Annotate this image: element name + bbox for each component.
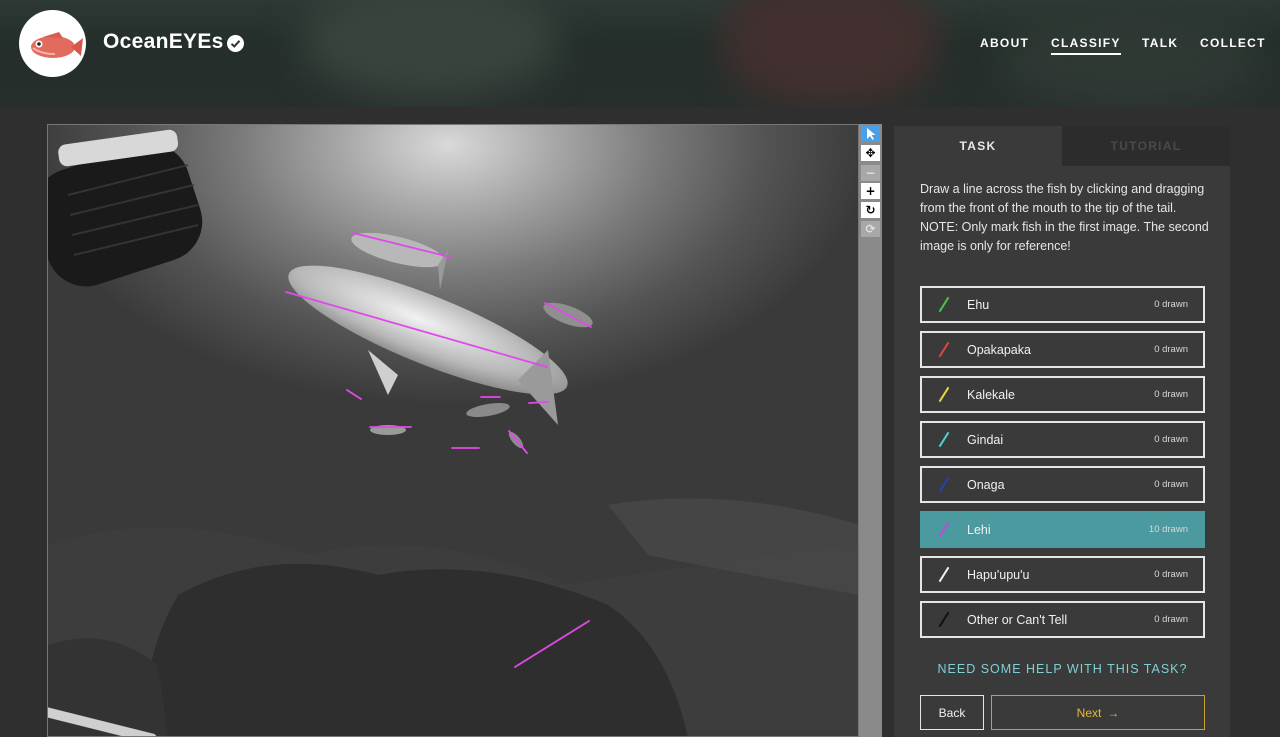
tab-task[interactable]: TASK	[894, 126, 1062, 166]
project-header: OceanEYEs ABOUT CLASSIFY TALK COLLECT	[0, 0, 1280, 107]
choice-ehu[interactable]: Ehu 0 drawn	[920, 286, 1205, 323]
annotation-line[interactable]	[346, 389, 362, 400]
task-tabs: TASK TUTORIAL	[894, 126, 1230, 166]
choice-label: Onaga	[967, 477, 1005, 492]
choice-count: 10 drawn	[1148, 524, 1188, 535]
line-tool-icon	[938, 611, 950, 628]
line-tool-icon	[938, 341, 950, 358]
choice-count: 0 drawn	[1154, 299, 1188, 310]
pointer-icon[interactable]	[861, 126, 880, 142]
nav-about[interactable]: ABOUT	[980, 36, 1029, 50]
choice-opakapaka[interactable]: Opakapaka 0 drawn	[920, 331, 1205, 368]
annotation-line[interactable]	[528, 401, 549, 404]
choice-label: Ehu	[967, 297, 990, 312]
instruction-text: Draw a line across the fish by clicking …	[920, 182, 1205, 215]
line-tool-icon	[938, 386, 950, 403]
pan-icon[interactable]: ✥	[861, 145, 880, 161]
help-link[interactable]: NEED SOME HELP WITH THIS TASK?	[920, 662, 1205, 676]
choice-label: Other or Can't Tell	[967, 612, 1068, 627]
tab-tutorial[interactable]: TUTORIAL	[1062, 126, 1230, 166]
line-tool-icon	[938, 296, 950, 313]
nav-classify[interactable]: CLASSIFY	[1051, 36, 1121, 55]
next-button[interactable]: Next →	[991, 695, 1205, 730]
back-button[interactable]: Back	[920, 695, 984, 730]
line-tool-icon	[938, 476, 950, 493]
choice-gindai[interactable]: Gindai 0 drawn	[920, 421, 1205, 458]
task-panel: TASK TUTORIAL Draw a line across the fis…	[894, 126, 1230, 737]
choice-label: Kalekale	[967, 387, 1015, 402]
choice-count: 0 drawn	[1154, 434, 1188, 445]
choice-count: 0 drawn	[1154, 614, 1188, 625]
choice-label: Opakapaka	[967, 342, 1031, 357]
choice-label: Lehi	[967, 522, 991, 537]
zoom-out-icon[interactable]: −	[861, 165, 880, 181]
choice-hapuupuu[interactable]: Hapu'upu'u 0 drawn	[920, 556, 1205, 593]
fish-small	[466, 402, 510, 418]
line-tool-icon	[938, 431, 950, 448]
arrow-right-icon: →	[1107, 705, 1120, 720]
reset-icon[interactable]: ⟳	[861, 221, 880, 237]
choice-lehi[interactable]: Lehi 10 drawn	[920, 511, 1205, 548]
choice-count: 0 drawn	[1154, 344, 1188, 355]
choice-other[interactable]: Other or Can't Tell 0 drawn	[920, 601, 1205, 638]
viewer-toolbar: ✥ − + ↻ ⟳	[859, 124, 882, 737]
rotate-icon[interactable]: ↻	[861, 202, 880, 218]
instruction-note: NOTE: Only mark fish in the first image.…	[920, 220, 1209, 253]
choice-onaga[interactable]: Onaga 0 drawn	[920, 466, 1205, 503]
project-nav: ABOUT CLASSIFY TALK COLLECT	[0, 36, 1280, 56]
subject-image[interactable]	[48, 125, 859, 737]
subject-image-viewer[interactable]	[47, 124, 859, 737]
choice-label: Gindai	[967, 432, 1004, 447]
line-tool-icon	[938, 521, 950, 538]
choice-kalekale[interactable]: Kalekale 0 drawn	[920, 376, 1205, 413]
choice-count: 0 drawn	[1154, 389, 1188, 400]
line-tool-icon	[938, 566, 950, 583]
next-button-label: Next	[1076, 705, 1102, 720]
zoom-in-icon[interactable]: +	[861, 183, 880, 199]
task-instructions: Draw a line across the fish by clicking …	[920, 180, 1210, 256]
nav-collect[interactable]: COLLECT	[1200, 36, 1266, 50]
choice-count: 0 drawn	[1154, 479, 1188, 490]
choice-label: Hapu'upu'u	[967, 567, 1030, 582]
nav-talk[interactable]: TALK	[1142, 36, 1178, 50]
choice-count: 0 drawn	[1154, 569, 1188, 580]
annotation-line[interactable]	[508, 430, 528, 454]
